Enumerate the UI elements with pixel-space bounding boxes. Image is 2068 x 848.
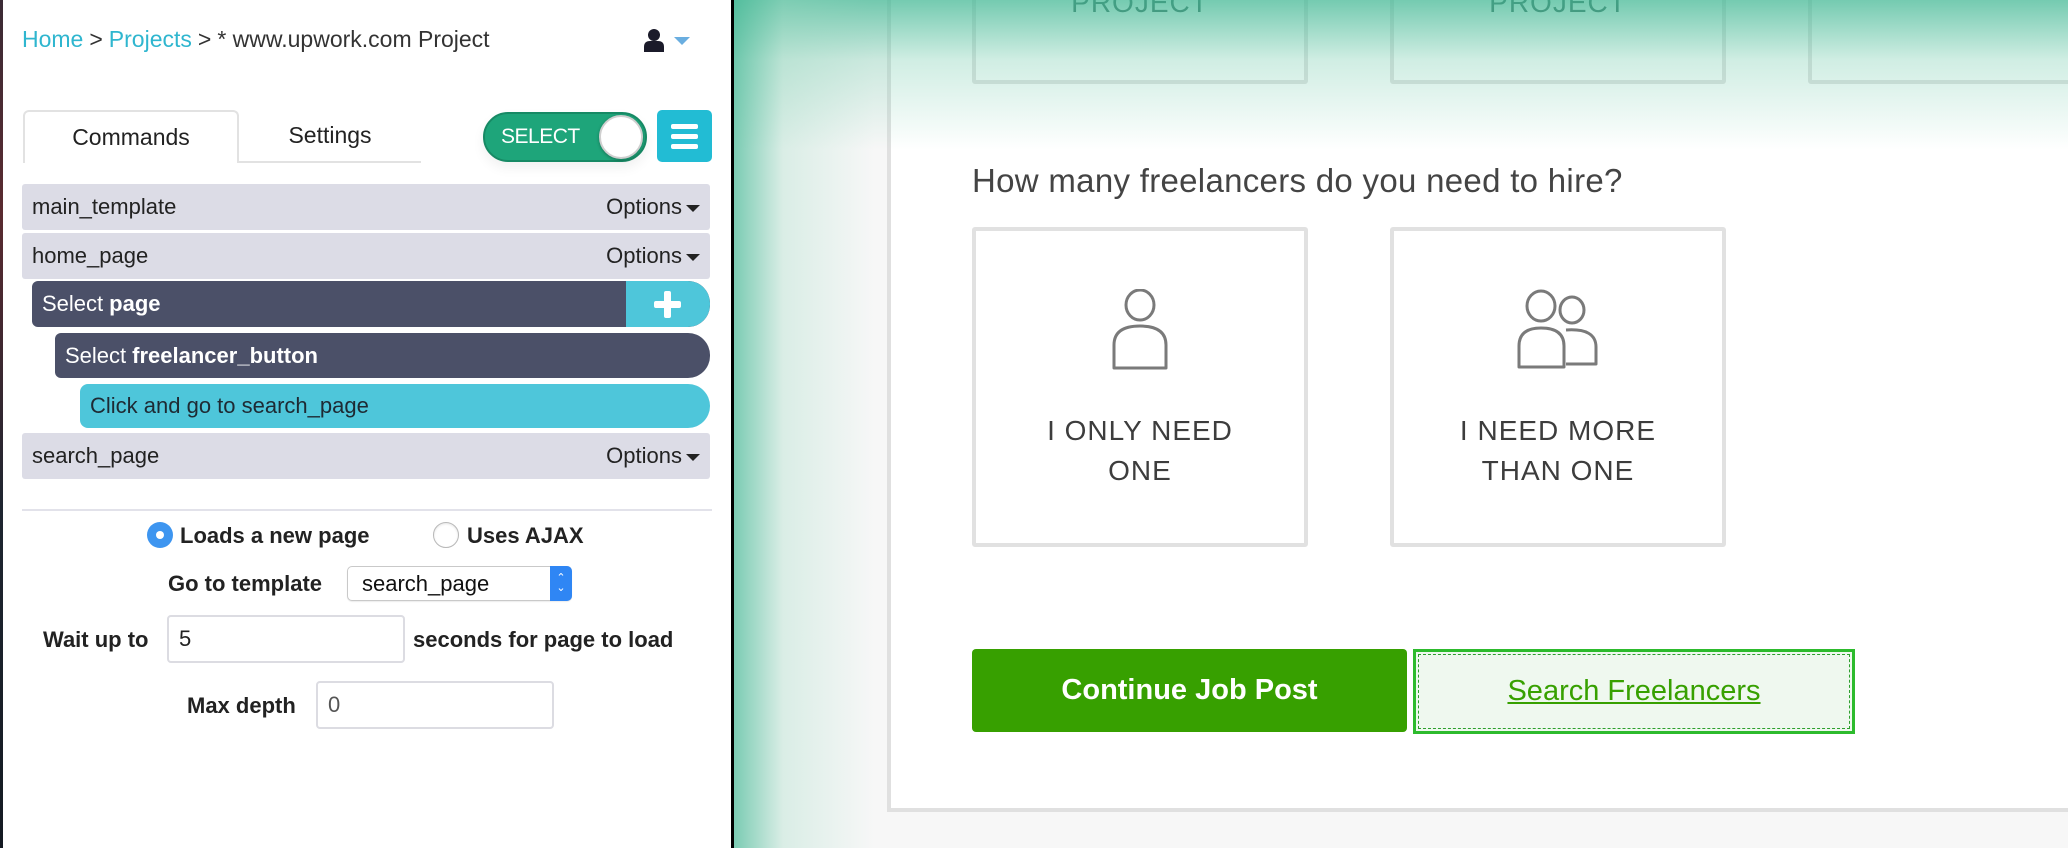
card-label-line1: I NEED MORE xyxy=(1459,415,1657,446)
template-options-dropdown[interactable]: Options xyxy=(606,184,700,230)
project-type-card[interactable]: PROJECT xyxy=(972,0,1308,84)
command-verb: Select xyxy=(42,291,104,316)
search-freelancers-button[interactable]: Search Freelancers xyxy=(1413,649,1855,734)
extension-panel: Home > Projects > * www.upwork.com Project C… xyxy=(0,0,732,848)
toggle-knob xyxy=(599,115,643,159)
command-target: page xyxy=(109,291,161,316)
template-options-dropdown[interactable]: Options xyxy=(606,233,700,279)
card-label-line2: THAN ONE xyxy=(1481,455,1635,486)
template-row-home-page[interactable]: home_page Options xyxy=(22,233,710,279)
template-row-main-template[interactable]: main_template Options xyxy=(22,184,710,230)
template-row-search-page[interactable]: search_page Options xyxy=(22,433,710,479)
caret-down-icon xyxy=(686,254,700,261)
breadcrumb-projects-link[interactable]: Projects xyxy=(109,26,192,52)
command-target: freelancer_button xyxy=(132,342,318,368)
project-type-card[interactable] xyxy=(1808,0,2068,84)
template-name: search_page xyxy=(32,443,160,468)
user-icon xyxy=(644,29,664,52)
selection-highlight-glow xyxy=(734,0,874,848)
breadcrumb: Home > Projects > * www.upwork.com Project xyxy=(22,26,490,53)
command-verb: Select xyxy=(65,342,127,368)
freelancer-count-question: How many freelancers do you need to hire… xyxy=(972,162,1623,199)
choice-more-than-one[interactable]: I NEED MORE THAN ONE xyxy=(1390,227,1726,547)
template-options-dropdown[interactable]: Options xyxy=(606,433,700,479)
web-page-viewport: PROJECT PROJECT How many freelancers do … xyxy=(734,0,2068,848)
radio-loads-new-page[interactable] xyxy=(147,522,173,548)
user-menu-dropdown[interactable] xyxy=(644,28,692,54)
breadcrumb-separator: > xyxy=(197,26,212,52)
card-label-line1: I ONLY NEED xyxy=(1047,415,1233,446)
select-mode-toggle[interactable]: SELECT xyxy=(483,112,647,162)
command-select-freelancer-button[interactable]: Select freelancer_button xyxy=(55,333,710,378)
caret-down-icon xyxy=(674,37,690,45)
template-select-value: search_page xyxy=(362,571,490,596)
hamburger-menu-button[interactable] xyxy=(657,110,712,162)
command-text: Click and go to search_page xyxy=(90,393,369,418)
radio-uses-ajax[interactable] xyxy=(433,522,459,548)
single-person-icon xyxy=(1112,289,1168,370)
card-label: PROJECT xyxy=(1071,0,1209,18)
template-name: home_page xyxy=(32,243,149,268)
breadcrumb-home-link[interactable]: Home xyxy=(22,26,83,52)
command-select-page[interactable]: Select page xyxy=(32,281,710,327)
select-stepper-icon: ⌃ ⌄ xyxy=(550,566,572,601)
card-label-line2: ONE xyxy=(1108,455,1172,486)
template-name: main_template xyxy=(32,194,177,219)
choice-only-one[interactable]: I ONLY NEED ONE xyxy=(972,227,1308,547)
wait-label: Wait up to xyxy=(43,627,149,652)
radio-label-uses-ajax[interactable]: Uses AJAX xyxy=(467,523,584,549)
continue-job-post-button[interactable]: Continue Job Post xyxy=(972,649,1407,732)
options-label: Options xyxy=(606,243,682,268)
template-select[interactable]: search_page ⌃ ⌄ xyxy=(347,566,572,601)
tab-commands[interactable]: Commands xyxy=(23,110,239,163)
options-label: Options xyxy=(606,443,682,468)
divider xyxy=(22,509,712,511)
window-edge xyxy=(0,0,3,848)
command-click-and-go[interactable]: Click and go to search_page xyxy=(80,384,710,428)
toggle-label: SELECT xyxy=(501,125,580,148)
tab-settings[interactable]: Settings xyxy=(239,110,421,163)
two-people-icon xyxy=(1517,289,1598,369)
card-label: PROJECT xyxy=(1489,0,1627,18)
wait-suffix-label: seconds for page to load xyxy=(413,627,674,652)
go-to-template-label: Go to template xyxy=(168,571,323,596)
max-depth-label: Max depth xyxy=(187,693,296,718)
breadcrumb-separator: > xyxy=(89,26,103,52)
project-type-card[interactable]: PROJECT xyxy=(1390,0,1726,84)
panel-tabs: Commands Settings xyxy=(23,110,421,163)
max-depth-input[interactable]: 0 xyxy=(316,681,554,729)
breadcrumb-current-project: * www.upwork.com Project xyxy=(217,26,490,52)
wait-seconds-input[interactable]: 5 xyxy=(167,615,405,663)
caret-down-icon xyxy=(686,205,700,212)
caret-down-icon xyxy=(686,454,700,461)
options-label: Options xyxy=(606,194,682,219)
job-post-card: PROJECT PROJECT How many freelancers do … xyxy=(887,0,2068,812)
add-command-button[interactable] xyxy=(626,281,710,327)
radio-label-loads-new-page[interactable]: Loads a new page xyxy=(180,523,370,549)
